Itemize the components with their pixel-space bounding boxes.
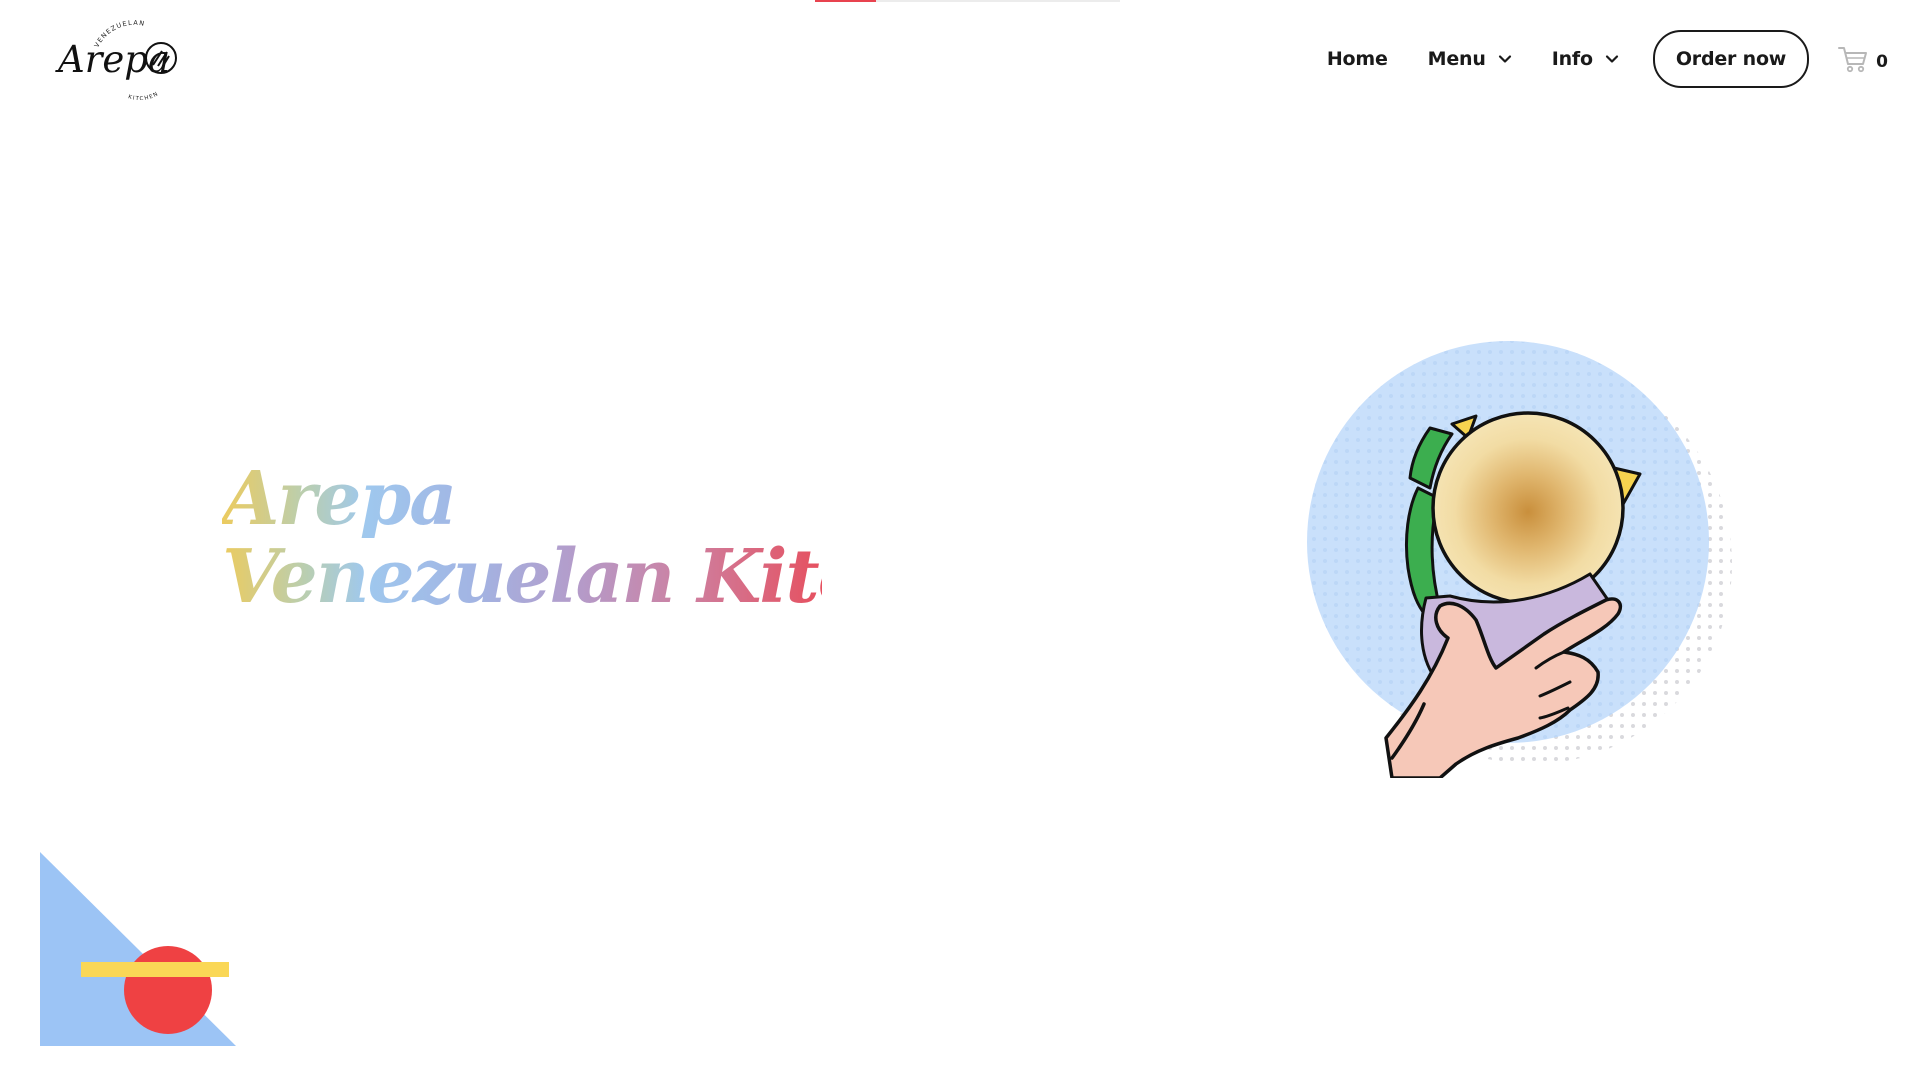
cart-icon — [1838, 47, 1868, 73]
nav-item-info-label: Info — [1551, 48, 1593, 70]
decorative-circle — [124, 946, 212, 1034]
nav-item-home-label: Home — [1326, 48, 1388, 70]
order-now-button[interactable]: Order now — [1652, 30, 1810, 88]
nav-item-home[interactable]: Home — [1327, 48, 1388, 70]
page-progress-bar — [815, 0, 1120, 2]
order-now-label: Order now — [1675, 48, 1787, 70]
nav-item-menu-label: Menu — [1427, 48, 1486, 70]
chevron-down-icon — [1498, 55, 1511, 63]
main-nav: Home Menu Info Order now 0 — [1327, 30, 1888, 88]
logo-bottom-text: KITCHEN — [127, 91, 159, 102]
page: VENEZUELAN Arepa KITCHEN Home Menu Info — [0, 0, 1920, 1080]
decorative-shapes — [40, 852, 236, 1046]
cart-count: 0 — [1876, 52, 1888, 72]
brand-logo[interactable]: VENEZUELAN Arepa KITCHEN — [54, 18, 184, 102]
arepa-hand-illustration — [1307, 341, 1732, 778]
brand-logo-graphic: VENEZUELAN Arepa KITCHEN — [55, 19, 177, 102]
svg-text:KITCHEN: KITCHEN — [127, 91, 160, 100]
cart-button[interactable]: 0 — [1838, 45, 1888, 73]
chevron-down-icon — [1605, 55, 1618, 63]
nav-item-info[interactable]: Info — [1552, 48, 1619, 70]
nav-item-menu[interactable]: Menu — [1428, 48, 1512, 70]
hero-title-line-2: Venezuelan Kitchen — [222, 534, 1011, 620]
decorative-bar — [81, 962, 229, 977]
hero-title: Arepa Venezuelan Kitchen — [222, 460, 1011, 620]
hero-title-line-1: Arepa — [222, 460, 822, 538]
page-progress-fill — [815, 0, 876, 2]
